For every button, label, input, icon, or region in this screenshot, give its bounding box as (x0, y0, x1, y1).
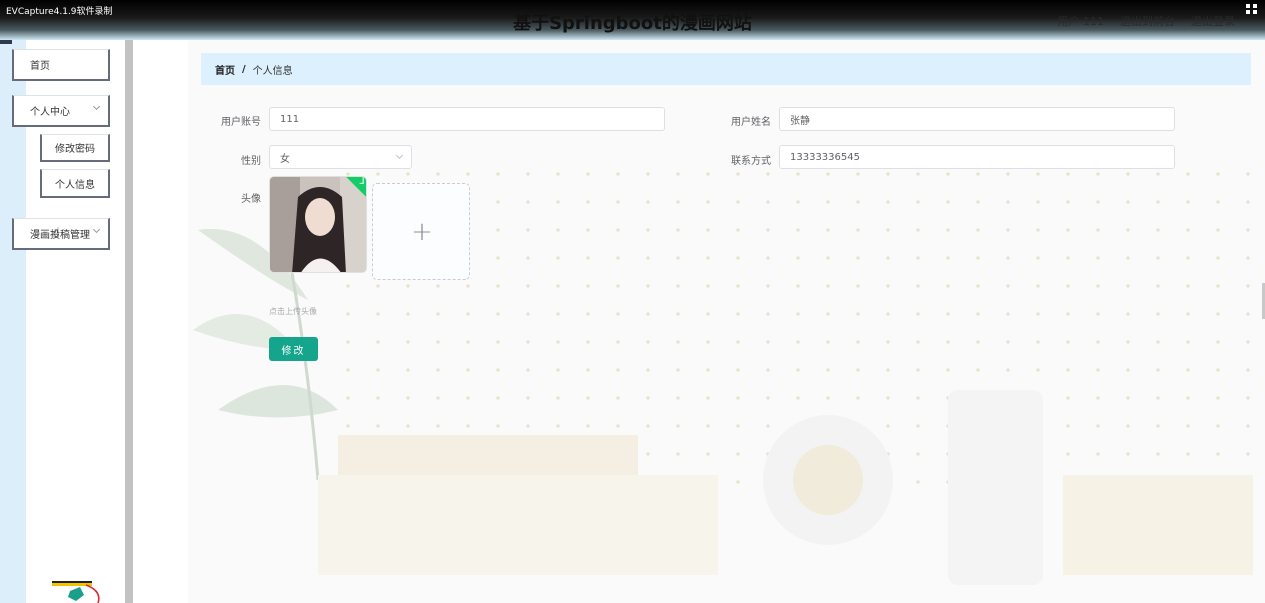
breadcrumb: 首页 / 个人信息 (201, 53, 1251, 85)
account-value: 111 (280, 113, 300, 125)
sidebar-item-label: 个人信息 (55, 179, 95, 191)
name-field[interactable]: 张静 (779, 107, 1175, 131)
submit-button[interactable]: 修改 (269, 337, 318, 361)
avatar-label: 头像 (241, 194, 261, 205)
sidebar-item-change-password[interactable]: 修改密码 (40, 134, 110, 162)
main-content: 首页 / 个人信息 用户账号 111 用户姓名 张静 性别 女 联系方式 133… (133, 40, 1265, 603)
phone-label: 联系方式 (731, 156, 771, 167)
phone-value: 13333336545 (790, 151, 860, 163)
breadcrumb-current: 个人信息 (252, 65, 293, 77)
name-label: 用户姓名 (731, 117, 771, 128)
account-label: 用户账号 (221, 117, 261, 128)
sidebar-divider (125, 40, 133, 603)
gender-value: 女 (280, 153, 290, 165)
hand-cursor-icon: ☝ (52, 226, 60, 241)
sidebar-item-label: 个人中心 (30, 107, 70, 118)
phone-field[interactable]: 13333336545 (779, 145, 1175, 169)
header-actions: 用户 111 退出到前台 退出登录 (1058, 13, 1236, 29)
front-page-link[interactable]: 退出到前台 (1120, 13, 1175, 29)
top-header: EVCapture4.1.9软件录制 基于Springboot的漫画网站 用户 … (0, 0, 1265, 40)
avatar-upload-button[interactable]: + (372, 183, 470, 280)
content-gutter (133, 40, 188, 603)
background-podium-illustration (318, 390, 1253, 585)
account-field[interactable]: 111 (269, 107, 665, 131)
breadcrumb-home[interactable]: 首页 (215, 62, 235, 77)
sidebar-item-label: 首页 (30, 61, 50, 72)
upload-tip: 点击上传头像 (269, 307, 317, 316)
name-value: 张静 (790, 115, 810, 127)
current-user-label: 用户 111 (1057, 15, 1105, 28)
chevron-down-icon (395, 151, 404, 160)
sidebar-item-label: 修改密码 (55, 144, 95, 155)
plus-icon: + (411, 217, 433, 247)
logout-link[interactable]: 退出登录 (1191, 13, 1235, 29)
breadcrumb-separator: / (242, 63, 246, 75)
sidebar-item-home[interactable]: 首页 (12, 49, 110, 81)
rail-marker (0, 40, 12, 44)
grid-icon[interactable] (1246, 4, 1258, 14)
chevron-down-icon (92, 102, 101, 111)
sidebar-item-comic-manage[interactable]: 漫画投稿管理 (12, 218, 110, 250)
sidebar-item-personal-info[interactable]: 个人信息 (40, 169, 110, 198)
gender-label: 性别 (241, 156, 261, 167)
gender-select[interactable]: 女 (269, 145, 412, 169)
sidebar-item-personal-center[interactable]: 个人中心 (12, 95, 110, 127)
avatar-image[interactable] (269, 176, 367, 273)
avatar-photo (270, 177, 366, 272)
sidebar-item-label: 漫画投稿管理 (30, 230, 90, 241)
sidebar-logo (52, 581, 100, 603)
chevron-down-icon (92, 225, 101, 234)
